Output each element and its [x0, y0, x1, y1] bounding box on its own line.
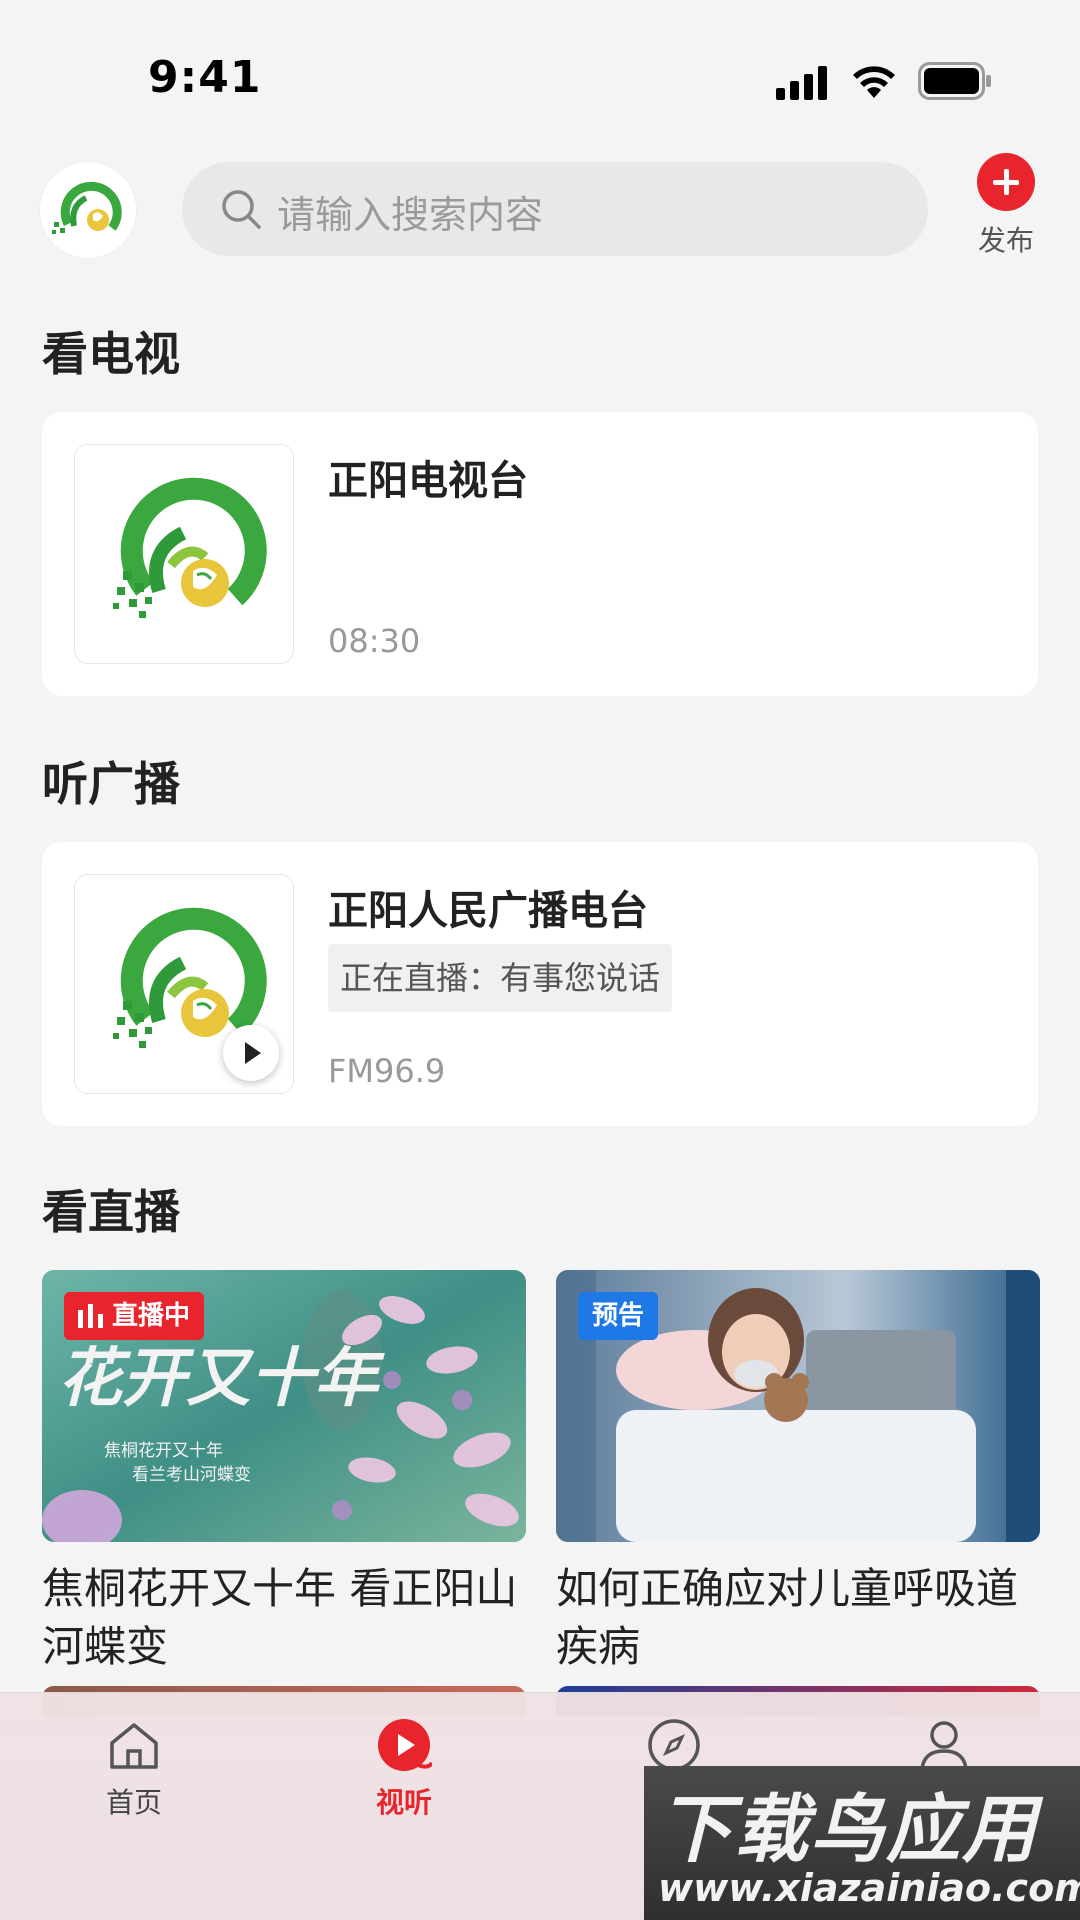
play-icon[interactable]	[223, 1025, 279, 1081]
top-header: 请输入搜索内容 发布	[0, 150, 1080, 280]
status-time: 9:41	[148, 52, 262, 103]
tv-station-thumbnail	[74, 444, 294, 664]
tv-station-name: 正阳电视台	[328, 458, 528, 504]
user-icon	[920, 1721, 968, 1770]
status-bar: 9:41	[0, 0, 1080, 150]
preview-status-badge: 预告	[578, 1292, 659, 1340]
watermark-url: www.xiazainiao.com	[658, 1866, 1080, 1910]
cover-calligraphy-text: 花开又十年	[58, 1341, 385, 1416]
tab-audio-video[interactable]: 视听	[334, 1717, 474, 1827]
home-icon	[110, 1723, 158, 1769]
live-item-card[interactable]: 预告 如何正确应对儿童呼吸道疾病	[556, 1270, 1040, 1690]
publish-button[interactable]: 发布	[966, 150, 1046, 270]
tv-program-time: 08:30	[328, 622, 421, 660]
tab-audio-video-label: 视听	[375, 1786, 432, 1819]
tab-home-label: 首页	[105, 1786, 162, 1819]
live-bars-icon	[78, 1304, 103, 1328]
live-status-badge: 直播中	[64, 1292, 205, 1340]
cover-subtitle-line1: 焦桐花开又十年	[104, 1441, 223, 1461]
tv-station-card[interactable]: 正阳电视台 08:30	[42, 412, 1038, 696]
radio-frequency: FM96.9	[328, 1052, 446, 1090]
publish-label: 发布	[977, 224, 1034, 257]
watermark-title: 下载鸟应用	[658, 1787, 1038, 1873]
radio-station-card[interactable]: 正阳人民广播电台 正在直播：有事您说话 FM96.9	[42, 842, 1038, 1126]
radio-station-name: 正阳人民广播电台	[328, 888, 648, 934]
live-badge-label: 直播中	[112, 1301, 191, 1331]
play-circle-icon	[378, 1719, 432, 1771]
section-title-radio: 听广播	[42, 757, 180, 811]
battery-icon	[918, 62, 991, 100]
search-icon	[222, 190, 261, 229]
search-bar[interactable]: 请输入搜索内容	[182, 162, 928, 256]
zhengyang-logo-icon	[40, 162, 136, 258]
tab-home[interactable]: 首页	[64, 1717, 204, 1827]
wifi-icon	[853, 66, 895, 98]
plus-circle-icon	[977, 153, 1035, 211]
cover-subtitle-line2: 看兰考山河蝶变	[132, 1465, 251, 1485]
cellular-signal-icon	[776, 66, 827, 100]
radio-station-thumbnail	[74, 874, 294, 1094]
compass-icon	[648, 1719, 700, 1771]
search-input[interactable]: 请输入搜索内容	[277, 184, 543, 239]
section-title-tv: 看电视	[42, 327, 180, 381]
live-item-card[interactable]: 花开又十年 焦桐花开又十年 看兰考山河蝶变 直播中 焦桐花开又十年 看正阳山河蝶…	[42, 1270, 526, 1690]
section-title-live: 看直播	[42, 1185, 180, 1239]
app-logo-avatar[interactable]	[40, 162, 136, 258]
live-item-title: 焦桐花开又十年 看正阳山河蝶变	[42, 1564, 518, 1671]
site-watermark: 下载鸟应用 www.xiazainiao.com	[644, 1766, 1080, 1920]
zhengyang-logo-icon	[113, 477, 267, 618]
live-item-title: 如何正确应对儿童呼吸道疾病	[556, 1564, 1019, 1671]
radio-now-playing-tag: 正在直播：有事您说话	[328, 944, 673, 1012]
